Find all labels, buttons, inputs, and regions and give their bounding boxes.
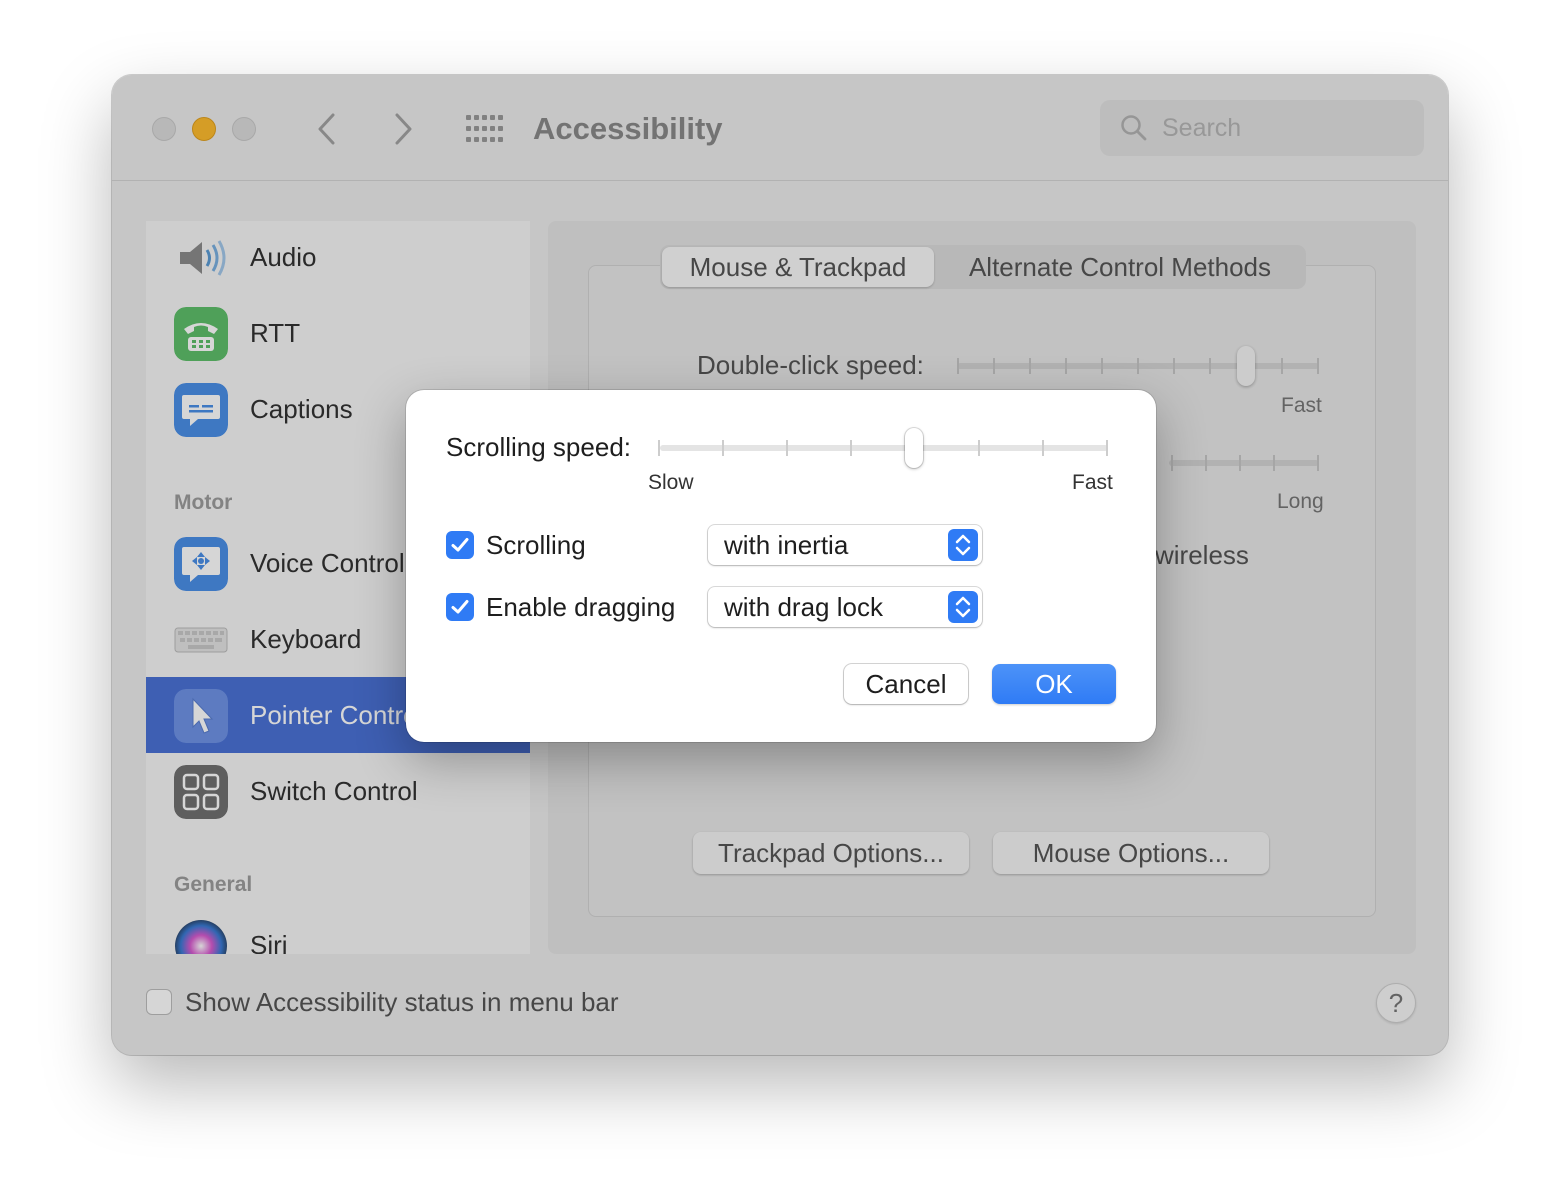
enable-dragging-checkbox[interactable]	[446, 593, 474, 621]
scrolling-label: Scrolling	[486, 530, 586, 560]
popup-arrows-icon	[948, 591, 978, 623]
slider-tick	[658, 440, 660, 456]
checkmark-icon	[451, 600, 469, 614]
dragging-popup-button[interactable]: with drag lock	[708, 587, 982, 627]
slow-label: Slow	[648, 471, 694, 494]
slider-tick	[786, 440, 788, 456]
slider-tick	[722, 440, 724, 456]
slider-tick	[850, 440, 852, 456]
scrolling-popup-value: with inertia	[724, 530, 849, 560]
scrolling-speed-knob[interactable]	[905, 428, 924, 468]
enable-dragging-label: Enable dragging	[486, 592, 676, 622]
popup-arrows-icon	[948, 529, 978, 561]
slider-tick	[1106, 440, 1108, 456]
scrolling-speed-slider[interactable]	[660, 445, 1108, 451]
ok-button[interactable]: OK	[992, 664, 1116, 704]
fast-label: Fast	[1072, 471, 1113, 494]
scrolling-popup-button[interactable]: with inertia	[708, 525, 982, 565]
slider-tick	[978, 440, 980, 456]
cancel-button[interactable]: Cancel	[844, 664, 968, 704]
slider-tick	[1042, 440, 1044, 456]
scrolling-checkbox[interactable]	[446, 531, 474, 559]
scrolling-speed-label: Scrolling speed:	[446, 432, 631, 462]
dragging-popup-value: with drag lock	[724, 592, 883, 622]
trackpad-options-sheet: Scrolling speed: Slow Fast Scrolling wit…	[406, 390, 1156, 742]
checkmark-icon	[451, 538, 469, 552]
